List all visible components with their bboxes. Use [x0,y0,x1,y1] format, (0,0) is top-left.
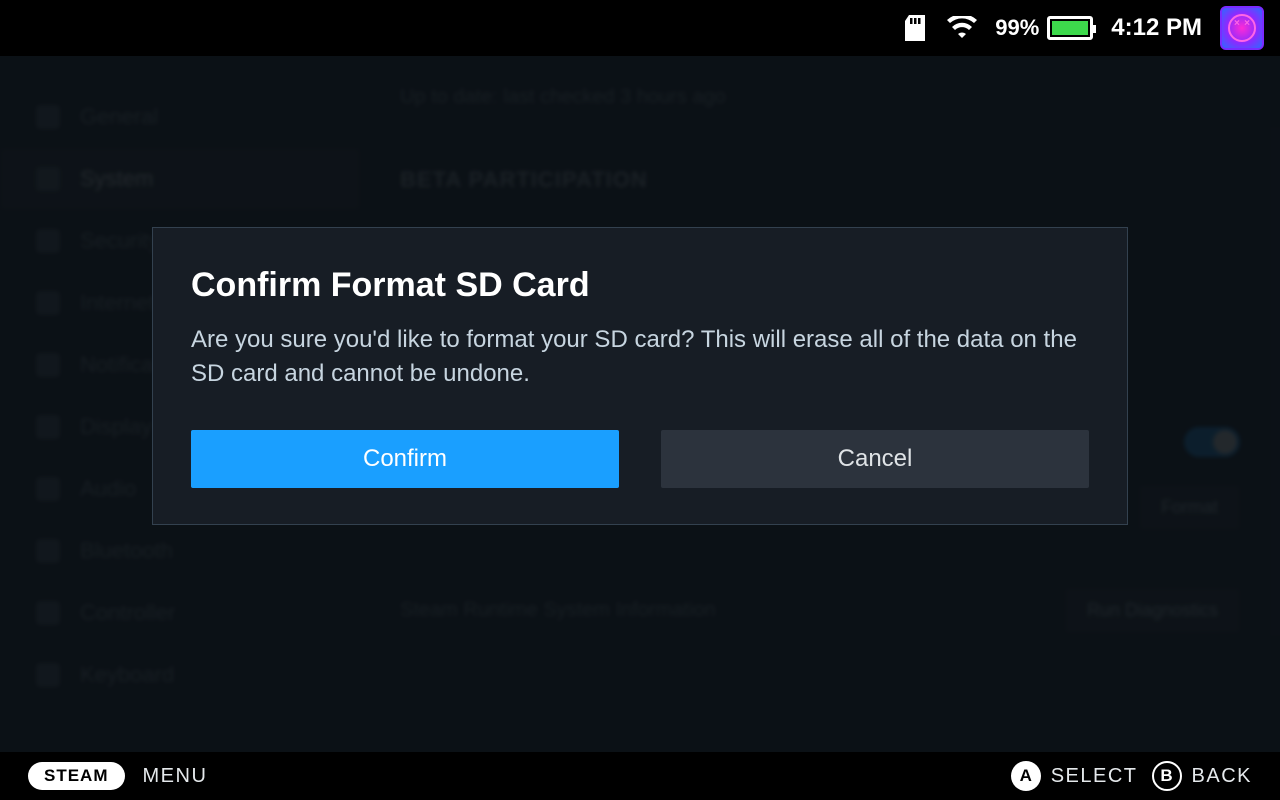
footer-left: STEAM MENU [28,762,207,790]
confirm-button[interactable]: Confirm [191,430,619,488]
footer-bar: STEAM MENU A SELECT B BACK [0,752,1280,800]
a-button-icon: A [1011,761,1041,791]
cancel-button[interactable]: Cancel [661,430,1089,488]
hint-select: A SELECT [1011,761,1138,791]
modal-overlay: Confirm Format SD Card Are you sure you'… [0,56,1280,752]
battery-percent: 99% [995,15,1039,41]
dialog-title: Confirm Format SD Card [191,266,1089,305]
select-label: SELECT [1051,765,1138,788]
battery-indicator: 99% [995,15,1093,41]
clock: 4:12 PM [1111,14,1202,42]
statusbar: 99% 4:12 PM [0,0,1280,56]
avatar[interactable] [1220,6,1264,50]
dialog-body: Are you sure you'd like to format your S… [191,323,1089,390]
battery-icon [1047,16,1093,40]
hint-back: B BACK [1152,761,1252,791]
menu-label: MENU [143,765,208,788]
dialog-actions: Confirm Cancel [191,430,1089,488]
format-sd-dialog: Confirm Format SD Card Are you sure you'… [152,227,1128,525]
b-button-icon: B [1152,761,1182,791]
steam-button[interactable]: STEAM [28,762,125,790]
footer-right: A SELECT B BACK [1011,761,1252,791]
back-label: BACK [1192,765,1252,788]
sdcard-icon [905,15,929,41]
wifi-icon [947,16,977,40]
